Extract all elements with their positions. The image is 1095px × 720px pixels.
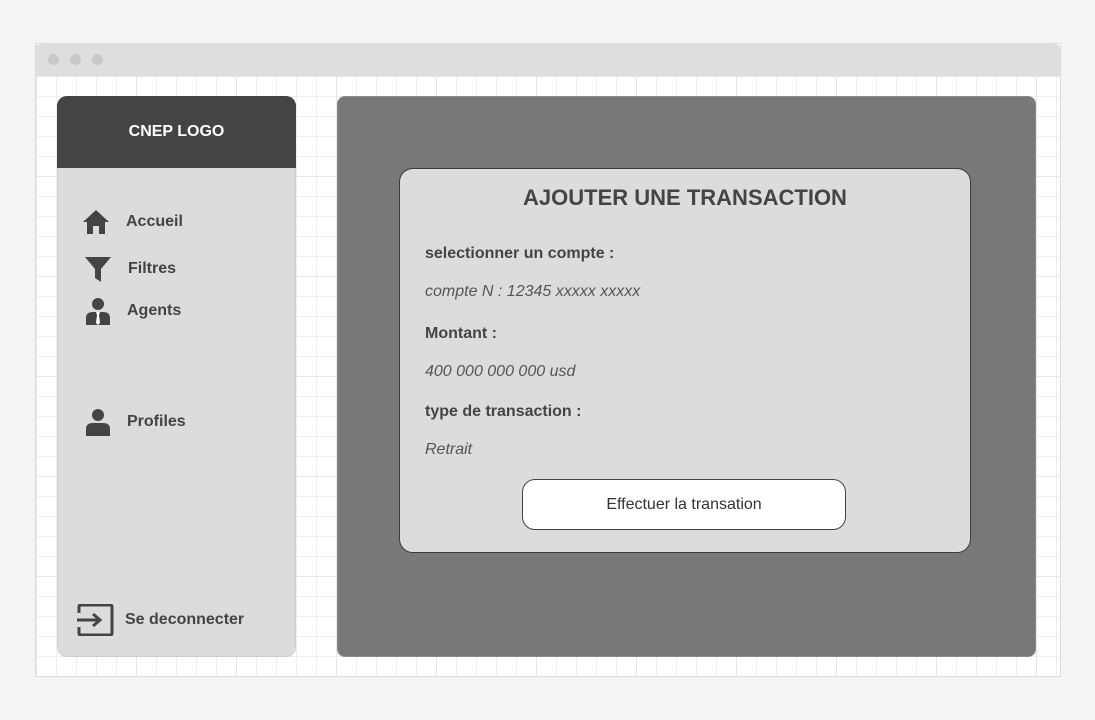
account-select[interactable]: compte N : 12345 xxxxx xxxxx [425,283,640,301]
logout-icon [77,604,115,636]
amount-label: Montant : [425,325,497,342]
sidebar: CNEP LOGO Accueil Filtres Agents Profile… [57,96,296,657]
form-title: AJOUTER UNE TRANSACTION [523,185,847,210]
agent-icon [85,297,111,325]
app-window: CNEP LOGO Accueil Filtres Agents Profile… [35,43,1061,677]
sidebar-item-label: Agents [127,302,182,319]
logout-label: Se deconnecter [125,611,245,628]
sidebar-item-agents[interactable]: Agents [85,297,181,325]
sidebar-item-accueil[interactable]: Accueil [82,209,183,235]
sidebar-item-label: Profiles [127,413,186,430]
main-panel: AJOUTER UNE TRANSACTION selectionner un … [337,96,1036,657]
window-titlebar [36,44,1060,76]
window-minimize-dot[interactable] [70,54,81,65]
user-icon [85,408,111,436]
home-icon [82,209,110,235]
sidebar-item-profiles[interactable]: Profiles [85,408,186,436]
account-label: selectionner un compte : [425,245,615,262]
cnep-logo: CNEP LOGO [57,96,296,168]
submit-transaction-button[interactable]: Effectuer la transation [522,479,846,530]
amount-field[interactable]: 400 000 000 000 usd [425,363,575,381]
filter-icon [84,255,112,283]
sidebar-item-filtres[interactable]: Filtres [84,255,176,283]
logout-button[interactable]: Se deconnecter [77,604,244,636]
sidebar-item-label: Accueil [126,213,183,230]
window-maximize-dot[interactable] [92,54,103,65]
sidebar-item-label: Filtres [128,260,177,277]
window-close-dot[interactable] [48,54,59,65]
transaction-type-label: type de transaction : [425,403,582,420]
transaction-type-select[interactable]: Retrait [425,441,472,459]
transaction-form: AJOUTER UNE TRANSACTION selectionner un … [399,168,971,553]
